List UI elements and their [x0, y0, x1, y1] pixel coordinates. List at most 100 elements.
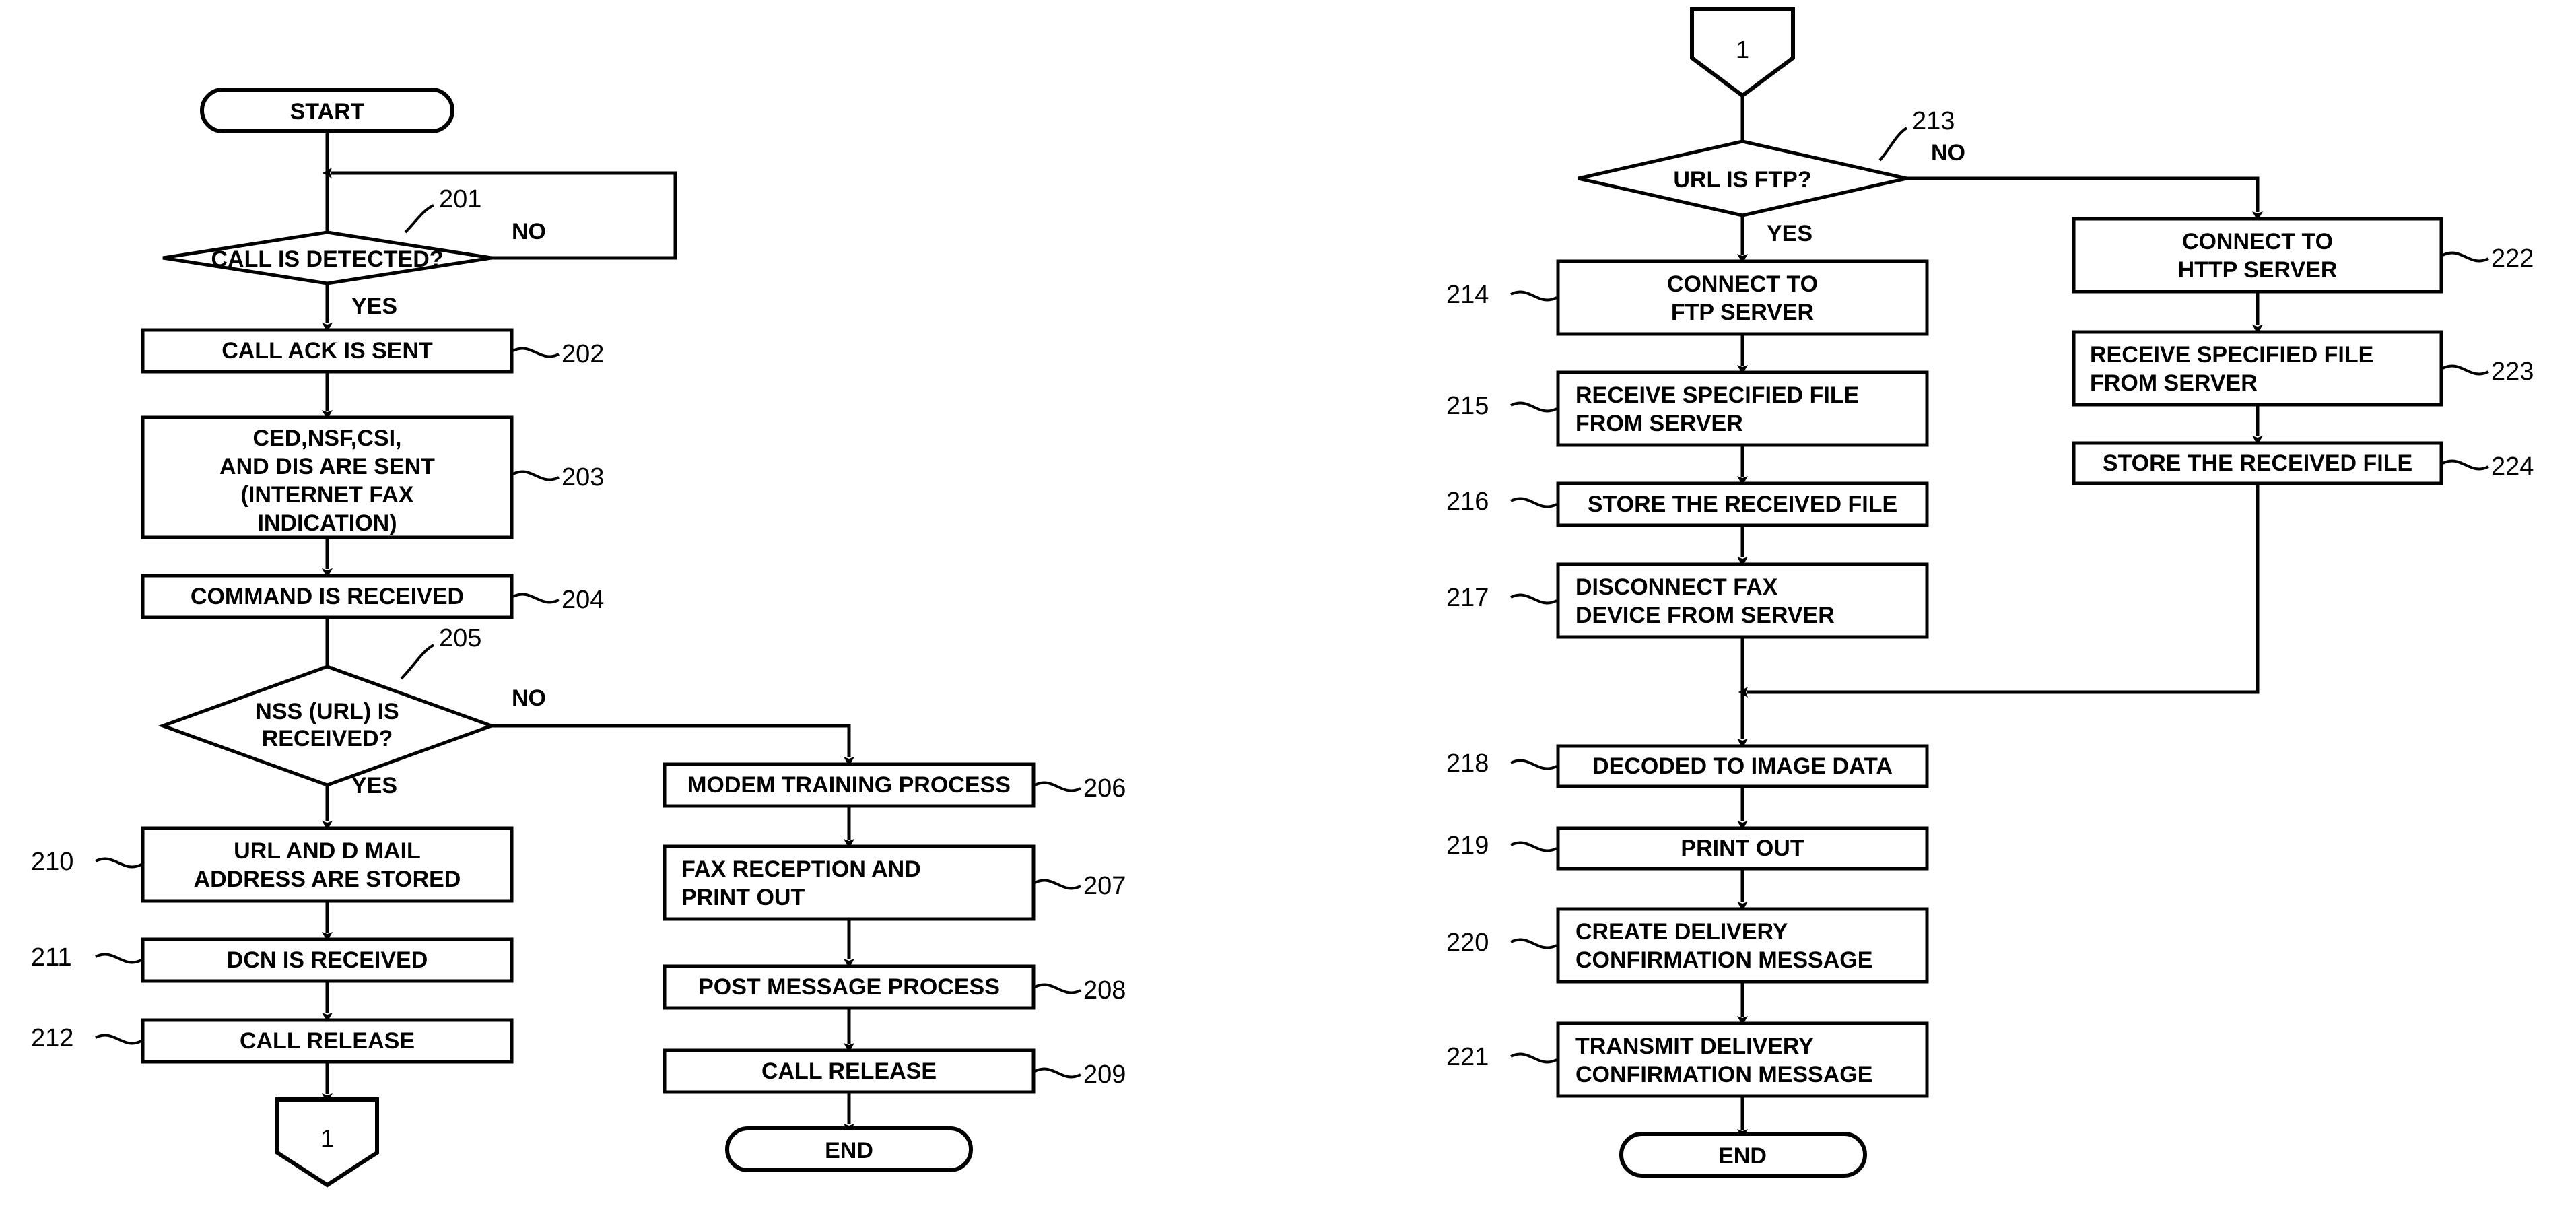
- box-217-line1: DISCONNECT FAX: [1575, 574, 1778, 600]
- box-204: COMMAND IS RECEIVED: [141, 574, 514, 619]
- edge-205-no-to-206: [492, 724, 854, 766]
- decision-213: URL IS FTP?: [1578, 139, 1907, 217]
- box-212-label: CALL RELEASE: [240, 1028, 415, 1054]
- box-210: URL AND D MAIL ADDRESS ARE STORED: [141, 826, 514, 903]
- connector-out-1: 1: [275, 1097, 379, 1188]
- label-205-yes: YES: [351, 773, 397, 799]
- box-220-line2: CONFIRMATION MESSAGE: [1575, 947, 1872, 973]
- decision-205-line2: RECEIVED?: [262, 726, 393, 751]
- leader-218: [1510, 759, 1557, 770]
- leader-211: [95, 953, 142, 964]
- box-220: CREATE DELIVERY CONFIRMATION MESSAGE: [1556, 907, 1929, 984]
- leader-213: [1878, 127, 1908, 162]
- box-208: POST MESSAGE PROCESS: [663, 964, 1036, 1010]
- edge-213-no-to-222: [1907, 176, 2263, 221]
- ref-201: 201: [439, 185, 481, 213]
- leader-207: [1034, 879, 1081, 890]
- connector-out-1-label: 1: [320, 1124, 334, 1152]
- label-201-no: NO: [512, 219, 546, 244]
- ref-224: 224: [2491, 452, 2534, 481]
- box-223-line2: FROM SERVER: [2090, 370, 2258, 396]
- box-206: MODEM TRAINING PROCESS: [663, 762, 1036, 808]
- ref-205: 205: [439, 624, 481, 652]
- terminal-start-label: START: [290, 99, 365, 125]
- label-205-no: NO: [512, 685, 546, 711]
- leader-220: [1510, 938, 1557, 949]
- box-203-line4: INDICATION): [257, 510, 397, 536]
- ref-206: 206: [1083, 774, 1126, 803]
- box-219: PRINT OUT: [1556, 826, 1929, 871]
- ref-202: 202: [562, 340, 604, 368]
- box-222-line1: CONNECT TO: [2182, 229, 2333, 255]
- leader-208: [1034, 983, 1081, 994]
- box-206-label: MODEM TRAINING PROCESS: [687, 772, 1011, 798]
- ref-217: 217: [1446, 584, 1489, 612]
- ref-220: 220: [1446, 928, 1489, 957]
- box-215: RECEIVE SPECIFIED FILE FROM SERVER: [1556, 370, 1929, 447]
- leader-215: [1510, 401, 1557, 413]
- box-211: DCN IS RECEIVED: [141, 937, 514, 983]
- ref-207: 207: [1083, 872, 1126, 900]
- ref-221: 221: [1446, 1043, 1489, 1071]
- box-203-line2: AND DIS ARE SENT: [219, 454, 435, 479]
- ref-222: 222: [2491, 244, 2534, 273]
- leader-219: [1510, 841, 1557, 852]
- box-208-label: POST MESSAGE PROCESS: [698, 974, 1000, 1000]
- decision-205-line1: NSS (URL) IS: [255, 699, 399, 724]
- connector-in-1-label: 1: [1736, 36, 1749, 63]
- box-215-line2: FROM SERVER: [1575, 411, 1743, 436]
- leader-221: [1510, 1052, 1557, 1064]
- label-213-yes: YES: [1767, 221, 1812, 246]
- box-221-line1: TRANSMIT DELIVERY: [1575, 1034, 1814, 1059]
- flowchart-canvas: START CALL IS DETECTED? 201 NO YES CALL …: [0, 0, 2576, 1218]
- box-209-label: CALL RELEASE: [761, 1058, 937, 1084]
- box-216-label: STORE THE RECEIVED FILE: [1588, 492, 1897, 517]
- box-218: DECODED TO IMAGE DATA: [1556, 744, 1929, 788]
- box-210-line1: URL AND D MAIL: [234, 838, 421, 864]
- leader-212: [95, 1034, 142, 1045]
- box-224: STORE THE RECEIVED FILE: [2072, 441, 2443, 485]
- ref-210: 210: [31, 848, 73, 876]
- box-223-line1: RECEIVE SPECIFIED FILE: [2090, 342, 2373, 368]
- ref-214: 214: [1446, 281, 1489, 309]
- leader-210: [95, 857, 142, 869]
- leader-203: [512, 470, 560, 481]
- connector-in-1: 1: [1690, 7, 1795, 98]
- box-217: DISCONNECT FAX DEVICE FROM SERVER: [1556, 562, 1929, 639]
- ref-204: 204: [562, 586, 604, 614]
- leader-206: [1034, 781, 1081, 792]
- box-202: CALL ACK IS SENT: [141, 328, 514, 374]
- box-222: CONNECT TO HTTP SERVER: [2072, 217, 2443, 294]
- box-220-line1: CREATE DELIVERY: [1575, 919, 1788, 945]
- box-221: TRANSMIT DELIVERY CONFIRMATION MESSAGE: [1556, 1021, 1929, 1098]
- leader-204: [512, 593, 560, 604]
- ref-208: 208: [1083, 976, 1126, 1005]
- label-201-yes: YES: [351, 294, 397, 319]
- ref-219: 219: [1446, 832, 1489, 860]
- terminal-end-right: END: [1619, 1132, 1867, 1178]
- ref-212: 212: [31, 1024, 73, 1052]
- box-223: RECEIVE SPECIFIED FILE FROM SERVER: [2072, 330, 2443, 407]
- box-203-line1: CED,NSF,CSI,: [252, 426, 401, 451]
- box-210-line2: ADDRESS ARE STORED: [194, 867, 461, 892]
- box-221-line2: CONFIRMATION MESSAGE: [1575, 1062, 1872, 1087]
- leader-201: [404, 204, 434, 234]
- ref-209: 209: [1083, 1060, 1126, 1089]
- box-207: FAX RECEPTION AND PRINT OUT: [663, 844, 1036, 921]
- decision-201: CALL IS DETECTED?: [162, 230, 492, 285]
- box-207-line1: FAX RECEPTION AND: [681, 856, 921, 882]
- leader-214: [1510, 290, 1557, 302]
- box-204-label: COMMAND IS RECEIVED: [191, 584, 464, 609]
- leader-223: [2442, 364, 2489, 376]
- box-216: STORE THE RECEIVED FILE: [1556, 481, 1929, 527]
- decision-213-label: URL IS FTP?: [1673, 167, 1811, 193]
- terminal-end-middle-label: END: [825, 1138, 873, 1163]
- box-219-label: PRINT OUT: [1681, 836, 1804, 861]
- box-211-label: DCN IS RECEIVED: [227, 947, 428, 973]
- box-214-line1: CONNECT TO: [1667, 271, 1818, 297]
- terminal-end-middle: END: [725, 1126, 973, 1172]
- box-203-line3: (INTERNET FAX: [241, 482, 414, 508]
- label-213-no: NO: [1931, 140, 1965, 166]
- ref-215: 215: [1446, 392, 1489, 420]
- leader-222: [2442, 251, 2489, 263]
